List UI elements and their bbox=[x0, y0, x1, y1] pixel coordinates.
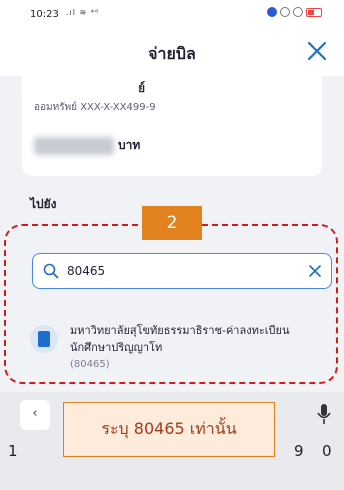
shield-icon bbox=[267, 7, 277, 17]
status-bar: 10:23 .ıl ≋ ⁴⁶ bbox=[0, 0, 344, 28]
source-account-card[interactable]: ย์ ออมทรัพย์ XXX-X-XX499-9 บาท bbox=[22, 76, 322, 176]
biller-search-input[interactable]: 80465 bbox=[32, 253, 332, 289]
balance-unit: บาท bbox=[118, 138, 141, 152]
clear-icon[interactable] bbox=[307, 263, 323, 279]
biller-logo-icon bbox=[30, 325, 58, 353]
key-9[interactable]: 9 bbox=[294, 442, 304, 460]
account-name-redaction bbox=[30, 78, 130, 92]
app-header: จ่ายบิล bbox=[0, 28, 344, 76]
biller-result-item[interactable]: มหาวิทยาลัยสุโขทัยธรรมาธิราช-ค่าลงทะเบีย… bbox=[30, 318, 330, 378]
destination-section-title: ไปยัง bbox=[30, 197, 57, 211]
account-number: ออมทรัพย์ XXX-X-XX499-9 bbox=[34, 102, 156, 113]
step-badge: 2 bbox=[142, 206, 202, 240]
balance-redaction bbox=[34, 136, 114, 155]
book-icon bbox=[38, 331, 50, 347]
status-right-icons bbox=[267, 7, 322, 17]
balance-row: บาท bbox=[34, 136, 140, 155]
hint-callout: ระบุ 80465 เท่านั้น bbox=[63, 402, 275, 457]
alarm-icon bbox=[293, 7, 303, 17]
close-button[interactable] bbox=[304, 38, 330, 64]
keyboard-back-key[interactable]: ‹ bbox=[20, 400, 50, 430]
close-icon bbox=[307, 41, 327, 61]
account-name-suffix: ย์ bbox=[138, 81, 146, 95]
microphone-icon[interactable] bbox=[316, 402, 332, 426]
signal-wifi-icons: .ıl ≋ ⁴⁶ bbox=[66, 8, 100, 17]
battery-icon bbox=[306, 7, 322, 17]
key-1[interactable]: 1 bbox=[8, 442, 18, 460]
biller-name: มหาวิทยาลัยสุโขทัยธรรมาธิราช-ค่าลงทะเบีย… bbox=[70, 324, 290, 354]
biller-code: (80465) bbox=[70, 359, 110, 370]
search-value: 80465 bbox=[67, 264, 106, 278]
key-0[interactable]: 0 bbox=[322, 442, 332, 460]
search-icon bbox=[43, 263, 59, 279]
status-time: 10:23 bbox=[30, 9, 59, 20]
target-icon bbox=[280, 7, 290, 17]
page-title: จ่ายบิล bbox=[148, 44, 196, 63]
